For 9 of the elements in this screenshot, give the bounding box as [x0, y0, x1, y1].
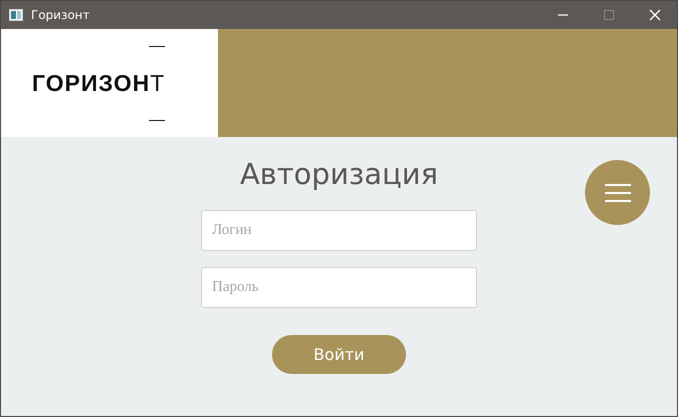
close-icon[interactable]: [649, 9, 661, 21]
menu-icon: [604, 182, 630, 202]
app-icon: [9, 9, 23, 21]
input-field[interactable]: Пароль: [201, 266, 477, 308]
input-field[interactable]: Логин: [201, 210, 477, 251]
logo-text: ГОРИЗОНТ: [32, 70, 166, 96]
login-button[interactable]: Войти: [272, 334, 406, 374]
window-title: Горизонт: [31, 8, 90, 22]
page-heading: Авторизация: [240, 157, 438, 192]
